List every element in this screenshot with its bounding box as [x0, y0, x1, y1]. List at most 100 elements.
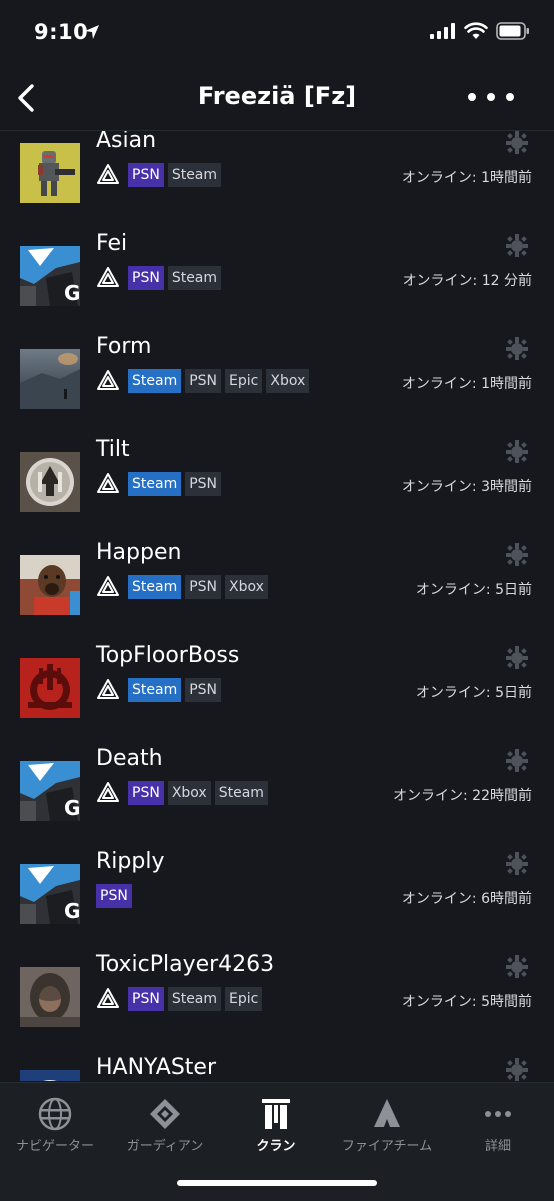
settings-gear-icon[interactable] — [504, 131, 530, 155]
platform-badge-xbox: Xbox — [266, 369, 310, 393]
settings-gear-icon[interactable] — [504, 953, 530, 979]
last-online-text: オンライン: 12 分前 — [402, 273, 532, 289]
platform-badge-steam: Steam — [128, 575, 182, 599]
member-name: Fei — [96, 231, 128, 256]
last-online-text: オンライン: 5日前 — [415, 685, 532, 701]
member-row[interactable]: G Fei PSN Steam オンライン: 12 分前 — [0, 231, 554, 337]
settings-gear-icon[interactable] — [504, 541, 530, 567]
platform-line: Steam PSN Epic Xbox — [96, 369, 310, 393]
status-bar: 9:10 — [0, 0, 554, 66]
platform-badge-psn: PSN — [185, 369, 222, 393]
tab-guardian[interactable]: ガーディアン — [110, 1083, 220, 1163]
tab-more[interactable]: 詳細 — [443, 1083, 553, 1163]
member-name: TopFloorBoss — [96, 643, 240, 668]
destiny-emblem-icon — [97, 164, 119, 184]
platform-line: PSN Xbox Steam — [96, 781, 268, 805]
platform-line: PSN Steam — [96, 266, 222, 290]
avatar-topfloorboss — [20, 658, 80, 718]
platform-badge-steam: Steam — [167, 266, 222, 290]
settings-gear-icon[interactable] — [504, 335, 530, 361]
platform-badge-steam: Steam — [167, 163, 222, 187]
last-online-text: オンライン: 1時間前 — [401, 170, 532, 186]
avatar-ripply: G — [20, 864, 80, 924]
member-name: Happen — [96, 540, 182, 565]
last-online-text: オンライン: 5日前 — [415, 582, 532, 598]
destiny-emblem-icon — [97, 782, 119, 802]
destiny-emblem-icon — [97, 370, 119, 390]
last-online-text: オンライン: 1時間前 — [401, 376, 532, 392]
member-name: Ripply — [96, 849, 165, 874]
platform-badge-steam: Steam — [128, 472, 182, 496]
member-name: Asian — [96, 131, 157, 153]
avatar-toxicplayer — [20, 967, 80, 1027]
tab-clan[interactable]: クラン — [221, 1083, 331, 1163]
settings-gear-icon[interactable] — [504, 1056, 530, 1081]
destiny-emblem-icon — [97, 576, 119, 596]
fireteam-icon — [374, 1099, 400, 1127]
member-row[interactable]: Happen Steam PSN Xbox オンライン: 5日前 — [0, 540, 554, 646]
home-indicator — [177, 1180, 377, 1186]
settings-gear-icon[interactable] — [504, 850, 530, 876]
platform-line: Steam PSN Xbox — [96, 575, 268, 599]
member-row[interactable]: ToxicPlayer4263 PSN Steam Epic オンライン: 5時… — [0, 952, 554, 1058]
more-dots-icon — [485, 1111, 511, 1117]
member-name: Tilt — [96, 437, 130, 462]
platform-badge-xbox: Xbox — [167, 781, 211, 805]
platform-badge-psn: PSN — [185, 472, 222, 496]
member-row[interactable]: HANYASter — [0, 1055, 554, 1081]
platform-badge-psn: PSN — [128, 987, 164, 1011]
svg-text:G: G — [64, 281, 80, 305]
tab-navigator[interactable]: ナビゲーター — [0, 1083, 110, 1163]
svg-text:G: G — [64, 899, 80, 923]
member-row[interactable]: Tilt Steam PSN オンライン: 3時間前 — [0, 437, 554, 543]
status-time: 9:10 — [34, 20, 89, 44]
platform-badge-psn: PSN — [96, 884, 132, 908]
platform-badge-steam: Steam — [128, 369, 182, 393]
settings-gear-icon[interactable] — [504, 747, 530, 773]
member-row[interactable]: G Ripply PSN オンライン: 6時間前 — [0, 849, 554, 955]
status-icons — [430, 22, 530, 40]
platform-badge-xbox: Xbox — [225, 575, 268, 599]
last-online-text: オンライン: 6時間前 — [401, 891, 532, 907]
battery-icon — [496, 22, 529, 40]
member-row[interactable]: TopFloorBoss Steam PSN オンライン: 5日前 — [0, 643, 554, 749]
member-name: HANYASter — [96, 1055, 217, 1080]
avatar-fei: G — [20, 246, 80, 306]
avatar-form — [20, 349, 80, 409]
member-row[interactable]: G Death PSN Xbox Steam オンライン: 22時間前 — [0, 746, 554, 852]
tab-label: 詳細 — [484, 1139, 511, 1154]
member-row[interactable]: Asian PSN Steam オンライン: 1時間前 — [0, 131, 554, 234]
wifi-icon — [464, 22, 488, 39]
avatar-death: G — [20, 761, 80, 821]
platform-line: Steam PSN — [96, 678, 222, 702]
destiny-emblem-icon — [97, 679, 119, 699]
platform-badge-steam: Steam — [167, 987, 222, 1011]
platform-badge-psn: PSN — [128, 163, 164, 187]
member-name: Death — [96, 746, 163, 771]
platform-badge-epic: Epic — [225, 987, 263, 1011]
destiny-emblem-icon — [97, 267, 119, 287]
clan-member-list: Asian PSN Steam オンライン: 1時間前 G Fei PSN St… — [0, 131, 554, 1081]
more-options-button[interactable] — [468, 82, 514, 112]
avatar-happen — [20, 555, 80, 615]
platform-badge-psn: PSN — [185, 678, 222, 702]
platform-badge-epic: Epic — [225, 369, 263, 393]
platform-line: PSN — [96, 884, 132, 908]
platform-badge-psn: PSN — [128, 266, 164, 290]
tab-fireteam[interactable]: ファイアチーム — [332, 1083, 442, 1163]
settings-gear-icon[interactable] — [504, 438, 530, 464]
platform-badge-steam: Steam — [214, 781, 268, 805]
platform-badge-psn: PSN — [128, 781, 164, 805]
destiny-emblem-icon — [97, 988, 119, 1008]
svg-text:G: G — [64, 796, 80, 820]
platform-line: PSN Steam Epic — [96, 987, 263, 1011]
navigation-bar: Freeziä [Fz] — [0, 66, 554, 131]
avatar-tilt — [20, 452, 80, 512]
settings-gear-icon[interactable] — [504, 644, 530, 670]
last-online-text: オンライン: 3時間前 — [401, 479, 532, 495]
settings-gear-icon[interactable] — [504, 232, 530, 258]
member-row[interactable]: Form Steam PSN Epic Xbox オンライン: 1時間前 — [0, 334, 554, 440]
clan-banner-icon — [262, 1099, 290, 1129]
platform-line: PSN Steam — [96, 163, 222, 187]
avatar-hanyaster — [20, 1070, 80, 1081]
